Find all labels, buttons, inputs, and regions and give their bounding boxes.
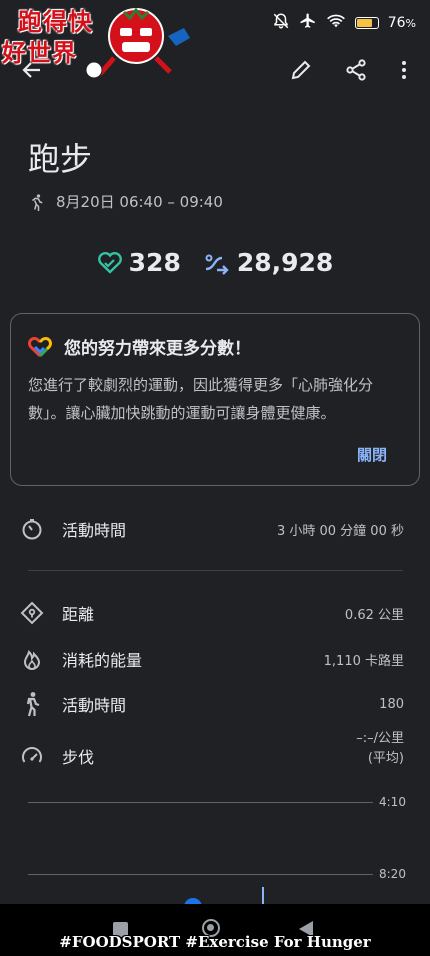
stat-value: –:–/公里 (平均) (356, 731, 404, 769)
home-dot (207, 924, 214, 931)
stat-value: 0.62 公里 (344, 607, 404, 623)
stat-label: 步伐 (62, 748, 95, 767)
back-button[interactable] (12, 50, 52, 90)
battery-percent: 76% (387, 15, 416, 31)
arrow-back-icon (22, 62, 40, 78)
stat-cadence: 活動時間 180 (20, 689, 404, 719)
wifi-icon (326, 13, 346, 33)
pace-value: –:–/公里 (356, 731, 404, 746)
flame-icon (20, 647, 44, 671)
stat-value: 3 小時 00 分鐘 00 秒 (276, 523, 404, 539)
share-button[interactable] (336, 50, 376, 90)
heart-points-icon (97, 251, 122, 274)
stat-label: 活動時間 (62, 696, 127, 715)
battery-icon (354, 17, 379, 29)
chart-tick-label: 8:20 (379, 867, 406, 881)
stat-energy: 消耗的能量 1,110 卡路里 (20, 644, 404, 674)
running-person-icon (32, 193, 43, 211)
more-options-button[interactable] (384, 50, 424, 90)
summary-metrics: 328 28,928 (0, 248, 430, 277)
google-fit-icon (28, 336, 52, 357)
pace-average-label: (平均) (367, 751, 404, 766)
card-close-button[interactable]: 關閉 (357, 444, 387, 465)
location-diamond-icon (20, 601, 44, 625)
stat-distance: 距離 0.62 公里 (20, 598, 404, 628)
card-title: 您的努力帶來更多分數！ (64, 339, 251, 359)
mute-icon (272, 12, 290, 34)
stat-active-time: 活動時間 3 小時 00 分鐘 00 秒 (20, 514, 404, 544)
card-body: 您進行了較劇烈的運動，因此獲得更多「心肺強化分數」。讓心臟加快跳動的運動可讓身體… (28, 376, 374, 422)
steps-icon (205, 254, 229, 275)
more-vert-icon (402, 61, 406, 79)
stat-label: 消耗的能量 (62, 651, 143, 670)
chart-gridline (28, 802, 373, 803)
share-icon (346, 59, 366, 81)
stat-value: 180 (379, 696, 404, 712)
stat-pace: 步伐 –:–/公里 (平均) (20, 731, 404, 771)
status-icons: 76% (272, 12, 416, 34)
steps-value: 28,928 (236, 248, 334, 277)
divider (28, 570, 403, 571)
walking-person-icon (20, 692, 44, 717)
activity-subtitle: 8月20日 06:40 – 09:40 (28, 191, 223, 212)
steps-metric: 28,928 (203, 248, 333, 277)
pencil-icon (291, 60, 311, 80)
activity-datetime: 8月20日 06:40 – 09:40 (56, 193, 223, 211)
stat-value: 1,110 卡路里 (323, 653, 404, 669)
activity-title: 跑步 (28, 140, 93, 178)
timer-icon (20, 517, 44, 541)
logo-line1: 跑得快 (18, 7, 93, 36)
bonus-points-card: 您的努力帶來更多分數！ 您進行了較劇烈的運動，因此獲得更多「心肺強化分數」。讓心… (10, 313, 420, 486)
chart-gridline (28, 874, 373, 875)
chart-bar (262, 887, 264, 905)
heart-points-value: 328 (128, 248, 181, 277)
heart-points-metric: 328 (97, 248, 181, 277)
running-tomato-mascot-icon (85, 7, 190, 79)
chart-tick-label: 4:10 (379, 795, 406, 809)
stat-label: 距離 (62, 605, 95, 624)
airplane-icon (299, 12, 317, 34)
watermark-caption: #FOODSPORT #Exercise For Hunger (59, 933, 371, 951)
speedometer-icon (20, 744, 44, 768)
edit-button[interactable] (281, 50, 321, 90)
card-title-row: 您的努力帶來更多分數！ (28, 334, 251, 359)
stat-label: 活動時間 (62, 521, 127, 540)
battery-fill (356, 19, 372, 27)
